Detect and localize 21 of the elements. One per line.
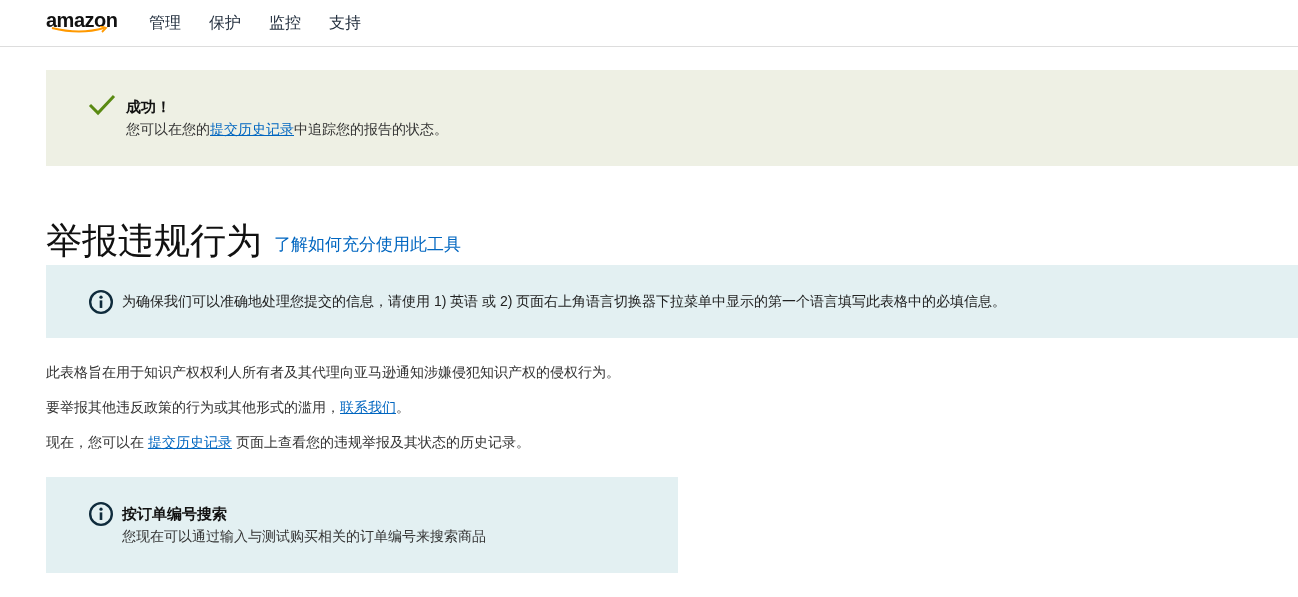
history-link[interactable]: 联系我们 bbox=[340, 399, 396, 415]
info-paragraph: 现在，您可以在 提交历史记录 页面上查看您的违规举报及其状态的历史记录。 bbox=[46, 433, 531, 452]
info-icon bbox=[88, 288, 114, 315]
info-paragraph: 要举报其他违反政策的行为或其他形式的滥用，联系我们。 bbox=[46, 398, 411, 417]
nav-link[interactable]: 管理 bbox=[149, 11, 182, 35]
info-icon bbox=[88, 501, 114, 527]
checkmark-icon bbox=[88, 94, 116, 116]
success-title: 成功！ bbox=[126, 97, 172, 118]
history-link[interactable]: 提交历史记录 bbox=[210, 120, 294, 137]
amazon-logo[interactable]: amazon bbox=[46, 6, 118, 36]
info-paragraph: 此表格旨在用于知识产权权利人所有者及其代理向亚马逊通知涉嫌侵犯知识产权的侵权行为。 bbox=[46, 363, 621, 382]
history-link[interactable]: 提交历史记录 bbox=[147, 434, 232, 450]
card-title: 按订单编号搜索 bbox=[122, 504, 228, 525]
nav-link[interactable]: 支持 bbox=[329, 11, 362, 35]
card-message: 您现在可以通过输入与测试购买相关的订单编号来搜索商品 bbox=[122, 526, 486, 546]
nav-link[interactable]: 保护 bbox=[209, 11, 242, 35]
nav-link[interactable]: 监控 bbox=[269, 11, 302, 35]
success-message: 您可以在您的提交历史记录中追踪您的报告的状态。 bbox=[126, 119, 448, 139]
help-link[interactable]: 了解如何充分使用此工具 bbox=[274, 231, 461, 257]
notice-text: 为确保我们可以准确地处理您提交的信息，请使用 1) 英语 或 2) 页面右上角语言切换器下拉菜单中显示的第一个语言填写此表格中的必填信息。 bbox=[122, 292, 1007, 311]
page-title: 举报违规行为 bbox=[46, 219, 262, 263]
